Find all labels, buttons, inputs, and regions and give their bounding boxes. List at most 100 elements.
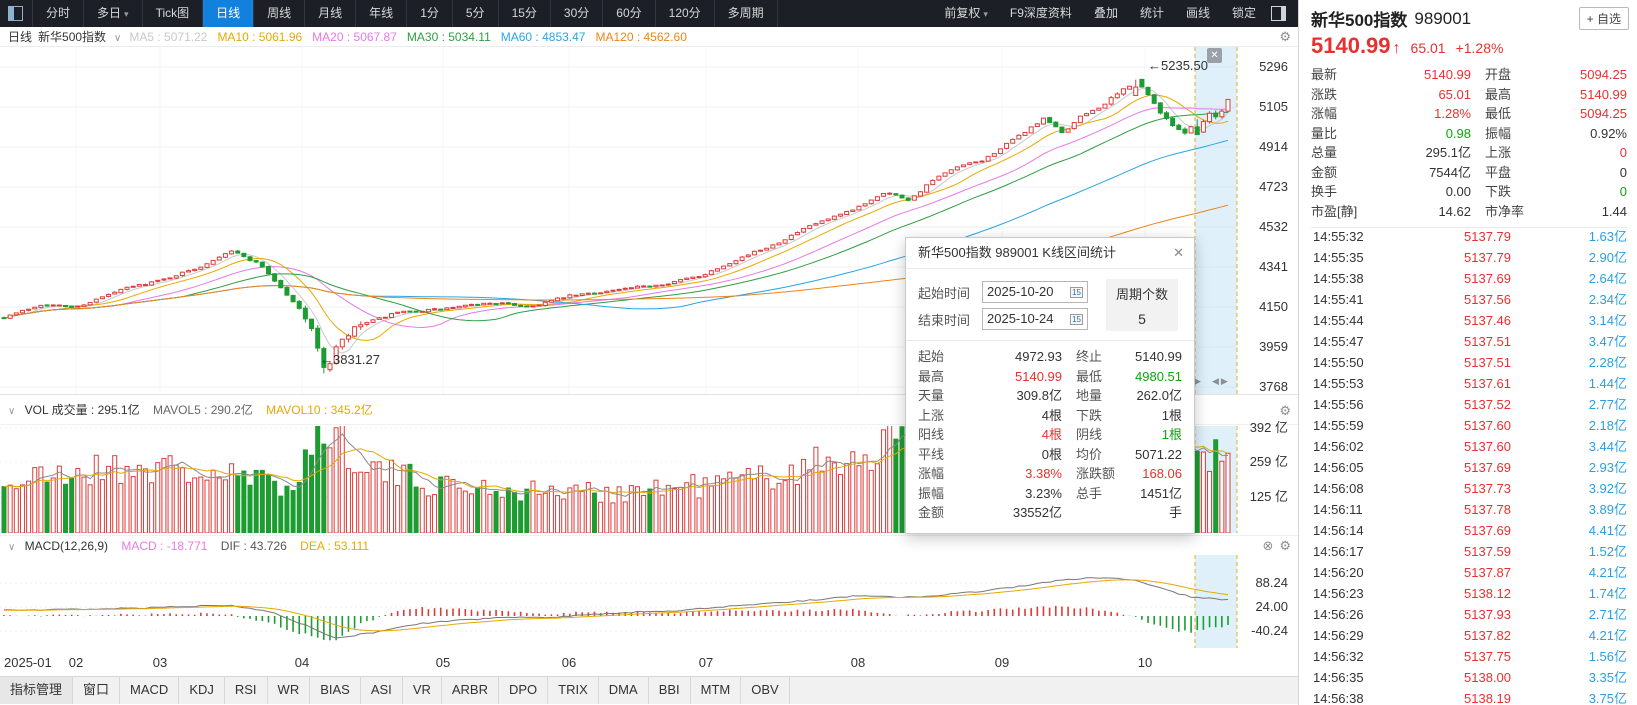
indicator-tab[interactable]: DMA	[599, 677, 649, 704]
price-row: 5140.99↑65.01+1.28%	[1299, 31, 1637, 59]
tick-time: 14:55:56	[1313, 394, 1401, 415]
chevron-down-icon[interactable]: ∨	[114, 33, 121, 44]
tick-time: 14:55:59	[1313, 415, 1401, 436]
indicator-tab[interactable]: 窗口	[73, 677, 120, 704]
indicator-tab[interactable]: BBI	[649, 677, 691, 704]
dialog-close-icon[interactable]: ✕	[1173, 245, 1184, 261]
stat-value: 1根	[1134, 406, 1182, 426]
tick-row[interactable]: 14:55:325137.791.63亿	[1299, 226, 1637, 247]
indicator-tab[interactable]: DPO	[499, 677, 548, 704]
tick-row[interactable]: 14:56:325137.751.56亿	[1299, 646, 1637, 667]
collapse-icon[interactable]: ∨	[8, 542, 15, 553]
tick-time: 14:55:38	[1313, 268, 1401, 289]
indicator-tab[interactable]: VR	[403, 677, 442, 704]
month-label: 05	[436, 650, 450, 676]
indicator-tab[interactable]: TRIX	[548, 677, 599, 704]
tick-row[interactable]: 14:55:565137.522.77亿	[1299, 394, 1637, 415]
indicator-tab[interactable]: ASI	[361, 677, 403, 704]
macd-axis-label: -40.24	[1238, 624, 1288, 638]
tick-time: 14:56:02	[1313, 436, 1401, 457]
tick-row[interactable]: 14:55:535137.611.44亿	[1299, 373, 1637, 394]
dialog-stats-grid: 起始4972.93终止5140.99最高5140.99最低4980.51天量30…	[906, 341, 1194, 533]
indicator-tab[interactable]: 指标管理	[0, 677, 73, 704]
tick-row[interactable]: 14:56:085137.733.92亿	[1299, 478, 1637, 499]
tick-row[interactable]: 14:55:595137.602.18亿	[1299, 415, 1637, 436]
start-date-input[interactable]: 2025-10-2015	[982, 281, 1088, 303]
stat-label: 换手	[1311, 182, 1367, 202]
add-watchlist-button[interactable]: + 自选	[1579, 7, 1629, 30]
tick-row[interactable]: 14:55:505137.512.28亿	[1299, 352, 1637, 373]
indicator-tab[interactable]: OBV	[741, 677, 789, 704]
indicator-tab[interactable]: MTM	[691, 677, 742, 704]
tick-volume: 2.18亿	[1511, 415, 1627, 436]
tick-list[interactable]: 14:55:325137.791.63亿14:55:355137.792.90亿…	[1299, 226, 1637, 705]
tick-row[interactable]: 14:56:175137.591.52亿	[1299, 541, 1637, 562]
macd-close-icon[interactable]: ⊗	[1262, 538, 1273, 553]
tick-volume: 1.63亿	[1511, 226, 1627, 247]
indicator-tab[interactable]: MACD	[120, 677, 179, 704]
stat-label: 总量	[1311, 143, 1367, 163]
price-axis-label: 4341	[1238, 260, 1288, 274]
stat-label: 振幅	[918, 484, 962, 504]
tick-row[interactable]: 14:56:265137.932.71亿	[1299, 604, 1637, 625]
period-count-value: 5	[1106, 311, 1178, 327]
chart-nav-arrows[interactable]: ▶ ◀▶	[1194, 376, 1230, 387]
vol-settings-gear-icon[interactable]: ⚙	[1279, 403, 1291, 418]
month-label: 02	[69, 650, 83, 676]
indicator-tab[interactable]: KDJ	[179, 677, 225, 704]
month-label: 08	[851, 650, 865, 676]
tick-price: 5137.87	[1401, 562, 1511, 583]
tick-time: 14:55:47	[1313, 331, 1401, 352]
tick-row[interactable]: 14:56:235138.121.74亿	[1299, 583, 1637, 604]
indicator-tab[interactable]: BIAS	[310, 677, 361, 704]
indicator-tab[interactable]: WR	[268, 677, 311, 704]
ma-value-label: MA10 : 5061.96	[217, 30, 302, 44]
tick-price: 5138.19	[1401, 688, 1511, 705]
tick-volume: 3.14亿	[1511, 310, 1627, 331]
tick-price: 5137.52	[1401, 394, 1511, 415]
tick-row[interactable]: 14:56:025137.603.44亿	[1299, 436, 1637, 457]
stat-value: 0.00	[1367, 182, 1471, 202]
ma-value-label: MA5 : 5071.22	[129, 30, 207, 44]
tick-row[interactable]: 14:56:055137.692.93亿	[1299, 457, 1637, 478]
tick-row[interactable]: 14:56:115137.783.89亿	[1299, 499, 1637, 520]
end-date-input[interactable]: 2025-10-2415	[982, 308, 1088, 330]
nav-pair-icon[interactable]: ◀▶	[1212, 376, 1230, 386]
quote-stat-row: 涨幅1.28%最低5094.25	[1311, 104, 1627, 124]
tick-row[interactable]: 14:55:385137.692.64亿	[1299, 268, 1637, 289]
stock-name: 新华500指数	[1311, 6, 1407, 31]
collapse-icon[interactable]: ∨	[8, 406, 15, 417]
ma-value-label: MA120 : 4562.60	[595, 30, 686, 44]
price-axis-label: 3959	[1238, 340, 1288, 354]
symbol-label: 新华500指数	[38, 30, 106, 44]
calendar-icon[interactable]: 15	[1070, 314, 1083, 325]
tick-row[interactable]: 14:55:415137.562.34亿	[1299, 289, 1637, 310]
calendar-icon[interactable]: 15	[1070, 287, 1083, 298]
nav-forward-icon[interactable]: ▶	[1194, 376, 1203, 386]
chart-settings-gear-icon[interactable]: ⚙	[1279, 27, 1291, 47]
indicator-tab[interactable]: ARBR	[442, 677, 499, 704]
tick-row[interactable]: 14:55:475137.513.47亿	[1299, 331, 1637, 352]
macd-chart[interactable]	[0, 555, 1238, 648]
tick-row[interactable]: 14:55:445137.463.14亿	[1299, 310, 1637, 331]
selection-close-button[interactable]: ✕	[1207, 48, 1222, 63]
tick-time: 14:56:20	[1313, 562, 1401, 583]
stat-label: 市盈[静]	[1311, 202, 1367, 222]
tick-row[interactable]: 14:56:385138.193.75亿	[1299, 688, 1637, 705]
tick-price: 5137.60	[1401, 415, 1511, 436]
tick-row[interactable]: 14:56:295137.824.21亿	[1299, 625, 1637, 646]
tick-row[interactable]: 14:55:355137.792.90亿	[1299, 247, 1637, 268]
macd-settings-gear-icon[interactable]: ⚙	[1279, 538, 1291, 553]
price-annotation: ←3831.27	[320, 352, 380, 367]
tick-row[interactable]: 14:56:145137.694.41亿	[1299, 520, 1637, 541]
indicator-tab[interactable]: RSI	[225, 677, 268, 704]
stat-label: 下跌	[1485, 182, 1545, 202]
price-change-pct: +1.28%	[1456, 40, 1504, 56]
stat-value: 5094.25	[1545, 65, 1627, 85]
tick-price: 5137.73	[1401, 478, 1511, 499]
up-arrow-icon: ↑	[1393, 40, 1401, 57]
tick-row[interactable]: 14:56:205137.874.21亿	[1299, 562, 1637, 583]
tick-row[interactable]: 14:56:355138.003.35亿	[1299, 667, 1637, 688]
stat-value: 5140.99	[1134, 347, 1182, 367]
stat-value: 4根	[962, 425, 1062, 445]
